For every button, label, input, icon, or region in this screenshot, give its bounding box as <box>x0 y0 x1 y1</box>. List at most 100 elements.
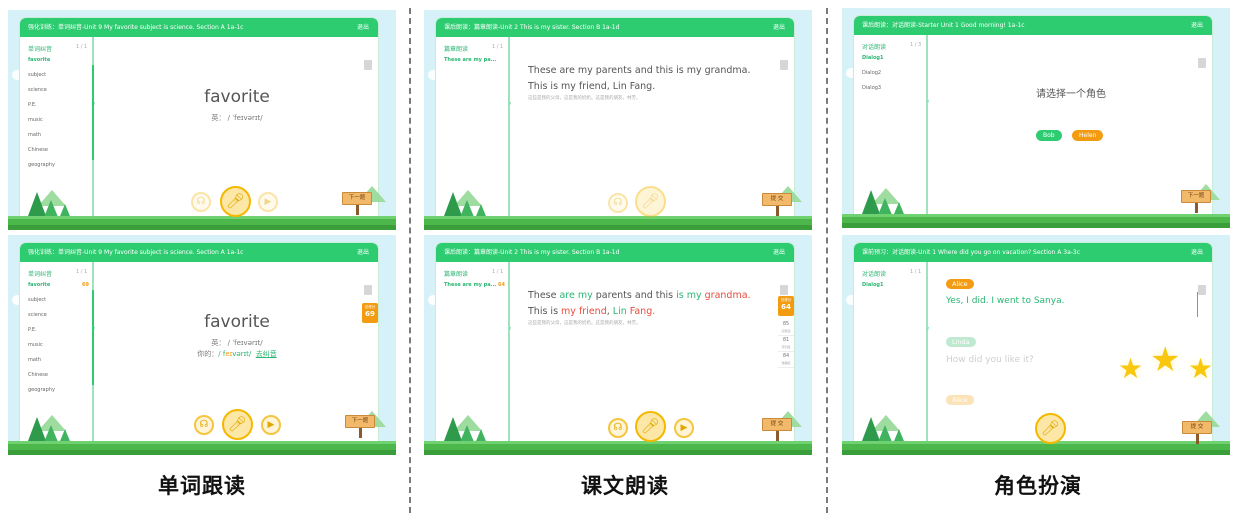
sidebar-item[interactable]: music <box>20 113 92 128</box>
submit-button[interactable]: 提 交 <box>762 418 792 431</box>
app-window: 课后朗读：对话朗读-Starter Unit 1 Good morning! 1… <box>854 16 1212 221</box>
role-button-bob[interactable]: Bob <box>1036 130 1062 141</box>
item-score: 69 <box>82 282 89 288</box>
sidebar-item[interactable]: math <box>20 353 92 368</box>
sidebar-header: 单词纠音 1 / 1 <box>28 269 88 278</box>
microphone-icon[interactable]: 🎤︎ <box>220 186 251 217</box>
next-button[interactable]: 下一题 <box>342 192 372 205</box>
sub-score: 81 流利度 <box>778 336 794 352</box>
phonetic: 英： / ˈfeɪvərɪt/ <box>211 339 263 347</box>
next-button[interactable]: 下一题 <box>345 415 375 428</box>
submit-button[interactable]: 提 交 <box>1182 421 1212 434</box>
screen-word-reading-b: 强化训练：单词纠音-Unit 9 My favorite subject is … <box>8 235 396 455</box>
bookmark-icon[interactable] <box>780 60 788 70</box>
tree-icon <box>44 200 58 217</box>
bookmark-icon[interactable] <box>364 285 372 295</box>
user-phonetic: 你的：/ feɪvərɪt/ 去纠音 <box>197 350 277 358</box>
exit-button[interactable]: 退出 <box>773 243 785 262</box>
headphone-icon[interactable]: ☊ <box>191 192 211 212</box>
speaker-tag: Alice <box>946 395 974 405</box>
play-icon[interactable]: ▶ <box>261 415 281 435</box>
headphone-icon[interactable]: ☊ <box>608 193 628 213</box>
column-divider <box>409 8 411 513</box>
main-panel: Alice Yes, I did. I went to Sanya. Linda… <box>930 262 1212 448</box>
microphone-icon[interactable]: 🎤︎ <box>635 411 666 442</box>
item-score: 64 <box>498 282 505 288</box>
star-icon: ★ <box>1188 352 1212 385</box>
window-title: 强化训练：单词纠音-Unit 9 My favorite subject is … <box>28 24 244 31</box>
sidebar-item[interactable]: subject <box>20 293 92 308</box>
bookmark-icon[interactable] <box>1198 58 1206 68</box>
title-bar: 课后朗读：对话朗读-Starter Unit 1 Good morning! 1… <box>854 16 1212 35</box>
sidebar-item[interactable]: science <box>20 83 92 98</box>
microphone-icon[interactable]: 🎤︎ <box>222 409 253 440</box>
play-icon[interactable]: ▶ <box>674 418 694 438</box>
window-title: 课前预习：对话朗读-Unit 1 Where did you go on vac… <box>862 249 1081 256</box>
title-bar: 强化训练：单词纠音-Unit 9 My favorite subject is … <box>20 243 378 262</box>
sidebar-item[interactable]: Dialog1 <box>854 51 926 66</box>
sidebar-item[interactable]: geography <box>20 158 92 173</box>
target-word: favorite <box>204 312 270 332</box>
star-rating: ★ ★ ★ <box>1110 340 1212 390</box>
screen-word-reading-a: 强化训练：单词纠音-Unit 9 My favorite subject is … <box>8 10 396 230</box>
exit-button[interactable]: 退出 <box>1191 16 1203 35</box>
sidebar-item[interactable]: favorite 69 <box>20 278 92 293</box>
sidebar-item[interactable]: Dialog2 <box>854 66 926 81</box>
sidebar-item[interactable]: These are my pa... 64 <box>436 278 508 293</box>
bookmark-icon[interactable] <box>780 285 788 295</box>
sidebar-item[interactable]: math <box>20 128 92 143</box>
sidebar-item[interactable]: favorite <box>20 53 92 68</box>
passage-text: These are my parents and this is my gran… <box>528 65 751 92</box>
microphone-icon[interactable]: 🎤︎ <box>635 186 666 217</box>
sidebar-item[interactable]: geography <box>20 383 92 398</box>
submit-button[interactable]: 提 交 <box>762 193 792 206</box>
sidebar-header: 篇章朗读 1 / 1 <box>444 269 504 278</box>
sidebar-scrollbar[interactable] <box>92 65 94 160</box>
sidebar-count: 1 / 1 <box>76 269 88 275</box>
bookmark-icon[interactable] <box>1198 285 1206 295</box>
sidebar-item[interactable]: Chinese <box>20 143 92 158</box>
exit-button[interactable]: 退出 <box>357 18 369 37</box>
sidebar-item[interactable]: P.E. <box>20 98 92 113</box>
speaker-tag: Alice <box>946 279 974 289</box>
tree-icon <box>878 425 892 442</box>
dialog-line: How did you like it? <box>946 355 1034 365</box>
play-icon[interactable]: ▶ <box>258 192 278 212</box>
column-divider <box>826 8 828 513</box>
star-icon: ★ <box>1150 340 1181 380</box>
window-title: 课后朗读：篇章朗读-Unit 2 This is my sister. Sect… <box>444 24 620 31</box>
sidebar-item[interactable]: Dialog1 <box>854 278 926 293</box>
microphone-icon[interactable]: 🎤︎ <box>1035 413 1066 444</box>
sub-score: 85 完整度 <box>778 320 794 336</box>
sidebar-item[interactable]: science <box>20 308 92 323</box>
sidebar-item[interactable]: Dialog3 <box>854 81 926 96</box>
sidebar-count: 1 / 3 <box>910 42 922 48</box>
tree-icon <box>460 200 474 217</box>
target-word: favorite <box>204 87 270 107</box>
exit-button[interactable]: 退出 <box>773 18 785 37</box>
sidebar-item[interactable]: music <box>20 338 92 353</box>
dialog-line: Yes, I did. I went to Sanya. <box>946 296 1065 306</box>
headphone-icon[interactable]: ☊ <box>194 415 214 435</box>
main-panel: 请选择一个角色 Bob Helen <box>930 35 1212 221</box>
correct-pronunciation-link[interactable]: 去纠音 <box>256 350 277 358</box>
sidebar-header: 单词纠音 1 / 1 <box>28 44 88 53</box>
sidebar-count: 1 / 1 <box>76 44 88 50</box>
next-button[interactable]: 下一题 <box>1181 190 1211 203</box>
sidebar-item[interactable]: These are my pa... <box>436 53 508 68</box>
screen-text-reading-a: 课后朗读：篇章朗读-Unit 2 This is my sister. Sect… <box>424 10 812 230</box>
sidebar-scrollbar[interactable] <box>92 290 94 385</box>
exit-button[interactable]: 退出 <box>1191 243 1203 262</box>
screen-role-play-b: 课前预习：对话朗读-Unit 1 Where did you go on vac… <box>842 235 1230 455</box>
app-window: 课前预习：对话朗读-Unit 1 Where did you go on vac… <box>854 243 1212 448</box>
headphone-icon[interactable]: ☊ <box>608 418 628 438</box>
role-button-helen[interactable]: Helen <box>1072 130 1104 141</box>
sidebar-item[interactable]: P.E. <box>20 323 92 338</box>
star-icon: ★ <box>1118 352 1144 385</box>
caption-word-reading: 单词跟读 <box>158 474 246 498</box>
exit-button[interactable]: 退出 <box>357 243 369 262</box>
bookmark-icon[interactable] <box>364 60 372 70</box>
reading-progress-marker <box>1197 292 1198 317</box>
sidebar-item[interactable]: subject <box>20 68 92 83</box>
sidebar-item[interactable]: Chinese <box>20 368 92 383</box>
